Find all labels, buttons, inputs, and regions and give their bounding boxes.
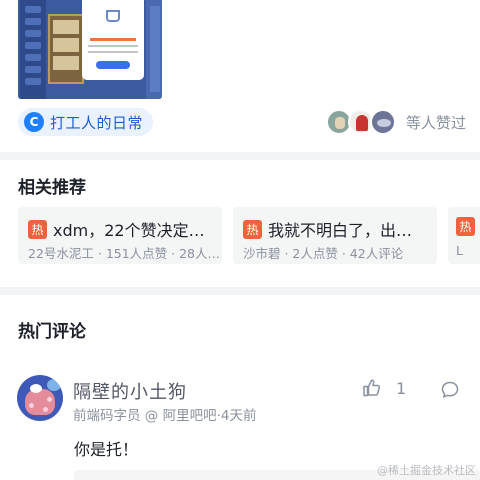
comment-like-button[interactable]: 1	[362, 378, 406, 398]
like-count: 1	[396, 378, 407, 398]
watermark: @稀土掘金技术社区	[377, 464, 476, 477]
article-image[interactable]	[18, 0, 162, 99]
related-item-title: 我就不明白了，出…	[268, 221, 413, 240]
hot-badge: 热	[243, 219, 262, 239]
related-title: 相关推荐	[18, 178, 86, 198]
comments-title: 热门评论	[18, 322, 86, 342]
topic-label: 打工人的日常	[50, 113, 144, 132]
comment-author[interactable]: 隔壁的小土狗	[73, 378, 187, 404]
hot-badge: 热	[28, 219, 47, 239]
image-side-panel	[20, 0, 46, 99]
dialog-button	[96, 61, 130, 69]
avatar[interactable]	[17, 375, 63, 421]
related-item-meta: L	[456, 243, 463, 258]
thumbs-up-icon	[363, 379, 381, 397]
related-item-title: xdm，22个赞决定…	[53, 221, 205, 240]
related-item[interactable]: 热 L	[448, 207, 480, 264]
image-right-panel-inner	[150, 6, 160, 92]
comment-meta: 前端码字员 @ 阿里吧吧·4天前	[73, 408, 257, 424]
user-avatar-3[interactable]	[370, 109, 396, 135]
section-divider	[0, 287, 480, 295]
section-divider	[0, 152, 480, 160]
article-footer: C 打工人的日常 等人赞过	[0, 0, 480, 152]
comment-text: 你是托！	[74, 440, 139, 459]
hot-badge: 热	[456, 217, 475, 236]
related-item-meta: 22号水泥工 · 151人点赞 · 28人…	[28, 246, 221, 261]
related-item[interactable]: 热 xdm，22个赞决定… 22号水泥工 · 151人点赞 · 28人…	[18, 207, 222, 264]
related-item-meta: 沙市碧 · 2人点赞 · 42人评论	[243, 246, 404, 261]
likers[interactable]: 等人赞过	[326, 108, 466, 136]
image-dialog	[82, 0, 144, 80]
topic-tag[interactable]: C 打工人的日常	[18, 108, 154, 136]
related-item[interactable]: 热 我就不明白了，出… 沙市碧 · 2人点赞 · 42人评论	[233, 207, 437, 264]
reply-button[interactable]	[440, 380, 460, 404]
likers-text: 等人赞过	[406, 113, 467, 132]
comment-bubble-icon	[441, 381, 459, 398]
topic-c-icon: C	[24, 112, 44, 132]
image-board	[48, 14, 84, 84]
cup-icon	[106, 10, 120, 22]
